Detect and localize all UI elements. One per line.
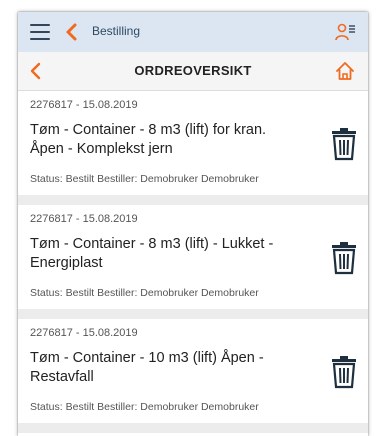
chevron-left-icon[interactable]: [63, 22, 81, 42]
page-title: ORDREOVERSIKT: [134, 63, 252, 78]
home-icon[interactable]: [334, 60, 356, 82]
order-status: Status: Bestilt Bestiller: Demobruker De…: [30, 401, 259, 413]
order-id-date: 2276817 - 15.08.2019: [30, 327, 138, 339]
order-item[interactable]: 2276817 - 15.08.2019 Tøm - Container - 1…: [18, 319, 368, 433]
hamburger-icon[interactable]: [30, 24, 50, 40]
order-description: Tøm - Container - 8 m3 (lift) for kran. …: [30, 122, 267, 157]
order-status: Status: Bestilt Bestiller: Demobruker De…: [30, 173, 259, 185]
breadcrumb[interactable]: Bestilling: [92, 24, 140, 38]
order-description: Tøm - Container - 10 m3 (lift) Åpen - Re…: [30, 350, 264, 385]
top-bar: Bestilling: [18, 12, 368, 52]
trash-icon[interactable]: [330, 241, 358, 275]
order-id-date: 2276817 - 15.08.2019: [30, 213, 138, 225]
trash-icon[interactable]: [330, 127, 358, 161]
page-header: ORDREOVERSIKT: [18, 52, 368, 91]
order-item[interactable]: 2276817 - 15.08.2019 Tøm - Container - 8…: [18, 91, 368, 205]
order-status: Status: Bestilt Bestiller: Demobruker De…: [30, 287, 259, 299]
order-id-date: 2276817 - 15.08.2019: [30, 99, 138, 111]
order-list: 2276817 - 15.08.2019 Tøm - Container - 8…: [18, 91, 368, 433]
order-description: Tøm - Container - 8 m3 (lift) - Lukket -…: [30, 236, 274, 271]
user-list-icon[interactable]: [334, 21, 356, 43]
order-item[interactable]: 2276817 - 15.08.2019 Tøm - Container - 8…: [18, 205, 368, 319]
app-frame: Bestilling ORDREOVERSIKT 2276817 - 15.08…: [18, 12, 368, 436]
trash-icon[interactable]: [330, 355, 358, 389]
